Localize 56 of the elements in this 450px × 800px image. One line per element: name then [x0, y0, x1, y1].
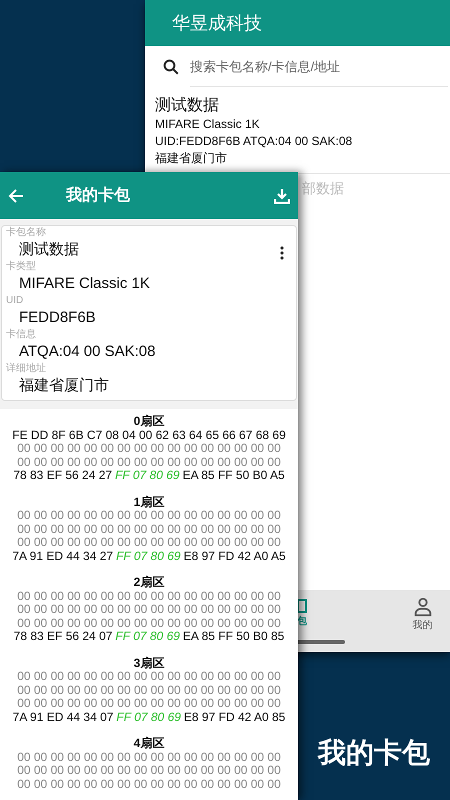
- hex-row: 00 00 00 00 00 00 00 00 00 00 00 00 00 00 00 00: [17, 778, 281, 791]
- card-info: UID:FEDD8F6B ATQA:04 00 SAK:08: [155, 133, 354, 150]
- field-label: UID: [6, 294, 24, 307]
- hex-row: 00 00 00 00 00 00 00 00 00 00 00 00 00 00 00 00: [17, 442, 281, 456]
- search-icon[interactable]: [162, 58, 180, 76]
- hex-row: 00 00 00 00 00 00 00 00 00 00 00 00 00 00 00 00: [17, 456, 281, 469]
- field-label: 卡类型: [6, 260, 37, 273]
- list-footer: 部数据: [302, 178, 344, 199]
- field-label: 详细地址: [6, 362, 47, 375]
- more-icon[interactable]: [280, 246, 284, 260]
- key-a-bytes: 7A 91 ED 44 34 27: [12, 550, 114, 563]
- screen-title: 我的卡包: [66, 186, 130, 206]
- hex-row: 00 00 00 00 00 00 00 00 00 00 00 00 00 00 00 00: [17, 670, 281, 684]
- app-title: 华昱成科技: [172, 12, 262, 34]
- access-bits: FF 07 80 69: [115, 469, 180, 482]
- key-b-bytes: EA 85 FF 50 B0 A5: [182, 469, 285, 482]
- key-a-bytes: 7A 91 ED 44 34 07: [12, 710, 114, 724]
- hex-row: 00 00 00 00 00 00 00 00 00 00 00 00 00 00 00 00: [17, 590, 281, 603]
- key-b-bytes: E8 97 FD 42 A0 A5: [184, 550, 286, 563]
- key-a-bytes: 78 83 EF 56 24 27: [13, 469, 112, 482]
- key-b-bytes: E8 97 FD 42 A0 85: [184, 710, 286, 724]
- key-b-bytes: EA 85 FF 50 B0 85: [182, 630, 284, 644]
- sector-title: 2扇区: [134, 576, 164, 590]
- hex-row: FE DD 8F 6B C7 08 04 00 62 63 64 65 66 67 68 69: [12, 428, 286, 442]
- field-value: MIFARE Classic 1K: [19, 274, 150, 294]
- hex-row: 00 00 00 00 00 00 00 00 00 00 00 00 00 00 00 00: [17, 684, 281, 697]
- search-field[interactable]: 搜索卡包名称/卡信息/地址: [190, 47, 448, 87]
- sector-title: 1扇区: [134, 496, 164, 509]
- card-address: 福建省厦门市: [155, 150, 228, 167]
- access-bits: FF 07 80 69: [116, 550, 181, 563]
- key-a-bytes: 78 83 EF 56 24 07: [14, 630, 112, 644]
- hex-row: 00 00 00 00 00 00 00 00 00 00 00 00 00 00 00 00: [17, 509, 281, 522]
- sector-title: 4扇区: [134, 737, 164, 750]
- caption: 我的卡包: [318, 737, 430, 768]
- field-label: 卡信息: [6, 328, 37, 341]
- access-bits: FF 07 80 69: [115, 630, 180, 644]
- field-label: 卡包名称: [6, 226, 47, 239]
- access-bits: FF 07 80 69: [116, 710, 181, 724]
- hex-row: 00 00 00 00 00 00 00 00 00 00 00 00 00 00 00 00: [17, 616, 281, 630]
- hex-row: 00 00 00 00 00 00 00 00 00 00 00 00 00 00 00 00: [17, 603, 281, 616]
- field-value: 测试数据: [19, 240, 79, 260]
- sector-title: 0扇区: [134, 415, 164, 428]
- hex-row: 00 00 00 00 00 00 00 00 00 00 00 00 00 00 00 00: [17, 697, 281, 710]
- card-type: MIFARE Classic 1K: [155, 116, 261, 133]
- nav-tab[interactable]: 我的: [395, 596, 450, 633]
- field-value: 福建省厦门市: [19, 376, 109, 396]
- hex-row: 00 00 00 00 00 00 00 00 00 00 00 00 00 00 00 00: [17, 764, 281, 778]
- back-arrow-icon[interactable]: [8, 188, 24, 204]
- download-icon[interactable]: [274, 188, 290, 204]
- card-name: 测试数据: [155, 96, 220, 116]
- hex-row: 00 00 00 00 00 00 00 00 00 00 00 00 00 00 00 00: [17, 750, 281, 764]
- sector-title: 3扇区: [134, 656, 164, 670]
- field-value: FEDD8F6B: [19, 308, 96, 328]
- hex-row: 00 00 00 00 00 00 00 00 00 00 00 00 00 00 00 00: [17, 536, 281, 550]
- field-value: ATQA:04 00 SAK:08: [19, 342, 156, 362]
- hex-row: 00 00 00 00 00 00 00 00 00 00 00 00 00 00 00 00: [17, 522, 281, 536]
